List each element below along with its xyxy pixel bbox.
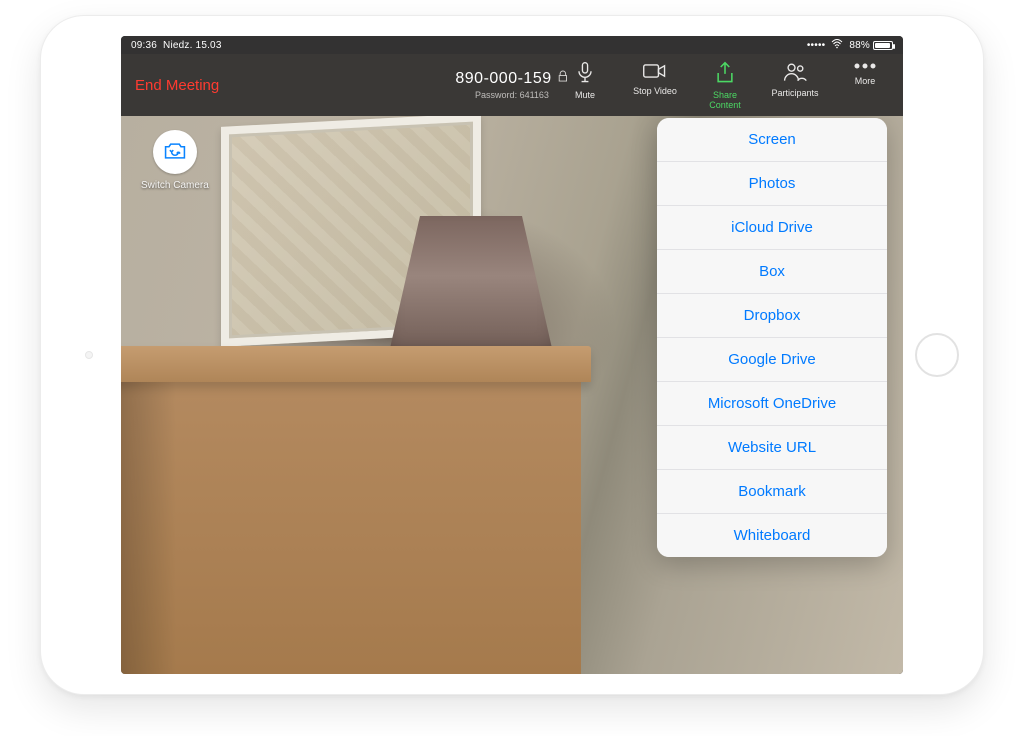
switch-camera-label: Switch Camera [141,180,209,191]
room-dresser [121,374,581,674]
share-option-photos[interactable]: Photos [657,162,887,206]
meeting-id: 890-000-159 [455,70,551,88]
more-label: More [855,76,876,86]
share-icon [714,61,736,87]
share-option-whiteboard[interactable]: Whiteboard [657,514,887,557]
wifi-icon [831,39,843,52]
stop-video-label: Stop Video [633,86,677,96]
share-option-icloud-drive[interactable]: iCloud Drive [657,206,887,250]
status-date: Niedz. 15.03 [163,40,222,51]
ipad-frame: 09:36 Niedz. 15.03 ••••• 88% End Meeting… [40,15,984,695]
lock-icon [558,70,569,88]
share-option-dropbox[interactable]: Dropbox [657,294,887,338]
end-meeting-button[interactable]: End Meeting [127,71,227,100]
participants-icon [782,61,808,85]
meeting-info[interactable]: 890-000-159 Password: 641163 [455,70,568,100]
share-option-screen[interactable]: Screen [657,118,887,162]
video-icon [642,61,668,83]
mute-label: Mute [575,90,595,100]
video-feed[interactable]: Switch Camera Screen Photos iCloud Drive… [121,116,903,674]
meeting-password: Password: 641163 [455,90,568,100]
participants-label: Participants [771,88,818,98]
share-option-website-url[interactable]: Website URL [657,426,887,470]
meeting-topbar: End Meeting 890-000-159 Password: 641163… [121,54,903,116]
switch-camera-icon [163,140,187,165]
share-content-button[interactable]: Share Content [699,61,751,110]
share-option-bookmark[interactable]: Bookmark [657,470,887,514]
switch-camera-button[interactable]: Switch Camera [141,130,209,191]
share-content-menu: Screen Photos iCloud Drive Box Dropbox G… [657,118,887,557]
mic-icon [574,61,596,87]
participants-button[interactable]: Participants [769,61,821,110]
share-option-google-drive[interactable]: Google Drive [657,338,887,382]
share-content-label: Share Content [699,90,751,110]
ipad-home-button[interactable] [915,333,959,377]
battery-indicator: 88% [849,40,893,51]
share-option-onedrive[interactable]: Microsoft OneDrive [657,382,887,426]
more-button[interactable]: More [839,61,891,110]
status-bar: 09:36 Niedz. 15.03 ••••• 88% [121,36,903,54]
stop-video-button[interactable]: Stop Video [629,61,681,110]
share-option-box[interactable]: Box [657,250,887,294]
screen: 09:36 Niedz. 15.03 ••••• 88% End Meeting… [121,36,903,674]
ipad-front-camera [85,351,93,359]
more-icon [853,61,877,73]
battery-percent: 88% [849,40,870,51]
status-time: 09:36 [131,40,157,51]
cellular-dots-icon: ••••• [807,40,826,51]
